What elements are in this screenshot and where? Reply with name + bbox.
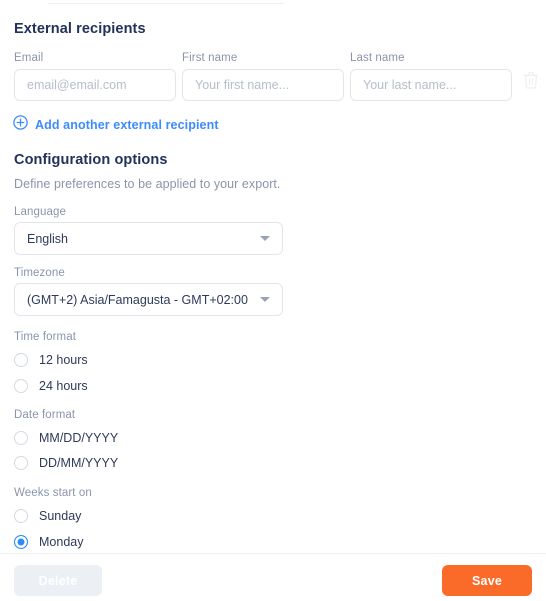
weeks-start-on-label: Weeks start on	[14, 487, 92, 499]
radio-label: MM/DD/YYYY	[39, 431, 119, 445]
email-field-group: Email	[14, 52, 176, 101]
trash-icon[interactable]	[523, 71, 539, 89]
radio-weeks-start-sunday[interactable]: Sunday	[14, 509, 81, 523]
radio-label: Sunday	[39, 509, 82, 523]
email-label: Email	[14, 52, 44, 64]
radio-date-format-ddmmyyyy[interactable]: DD/MM/YYYY	[14, 456, 118, 470]
radio-indicator	[14, 456, 28, 470]
timezone-select[interactable]: (GMT+2) Asia/Famagusta - GMT+02:00	[14, 283, 283, 316]
email-input[interactable]	[14, 69, 176, 101]
time-format-label: Time format	[14, 331, 77, 343]
language-select[interactable]: English	[14, 222, 283, 255]
date-format-label: Date format	[14, 409, 76, 421]
last-name-field-group: Last name	[350, 52, 512, 101]
radio-indicator	[14, 379, 28, 393]
configuration-options-title: Configuration options	[14, 152, 168, 168]
first-name-input[interactable]	[182, 69, 344, 101]
circle-plus-icon	[13, 115, 28, 135]
save-button[interactable]: Save	[442, 565, 532, 596]
radio-label: 24 hours	[39, 379, 88, 393]
chevron-down-icon	[260, 297, 270, 302]
first-name-label: First name	[182, 52, 238, 64]
timezone-value: (GMT+2) Asia/Famagusta - GMT+02:00	[27, 292, 248, 307]
radio-time-format-12h[interactable]: 12 hours	[14, 353, 88, 367]
delete-button[interactable]: Delete	[14, 565, 102, 596]
configuration-options-subtitle: Define preferences to be applied to your…	[14, 177, 281, 191]
add-another-external-recipient-button[interactable]: Add another external recipient	[13, 115, 219, 135]
last-name-label: Last name	[350, 52, 405, 64]
radio-time-format-24h[interactable]: 24 hours	[14, 379, 88, 393]
radio-weeks-start-monday[interactable]: Monday	[14, 535, 83, 549]
last-name-input[interactable]	[350, 69, 512, 101]
settings-scroll-area: External recipients Email First name Las…	[0, 0, 546, 553]
radio-date-format-mmddyyyy[interactable]: MM/DD/YYYY	[14, 431, 118, 445]
external-recipients-title: External recipients	[14, 21, 146, 37]
external-recipient-row: Email First name Last name	[0, 52, 546, 102]
language-value: English	[27, 231, 68, 246]
radio-label: 12 hours	[39, 353, 88, 367]
first-name-field-group: First name	[182, 52, 344, 101]
timezone-label: Timezone	[14, 267, 65, 279]
radio-indicator	[14, 509, 28, 523]
radio-label: Monday	[39, 535, 84, 549]
language-label: Language	[14, 206, 66, 218]
chevron-down-icon	[260, 236, 270, 241]
radio-indicator	[14, 535, 28, 549]
radio-indicator	[14, 431, 28, 445]
footer-action-bar: Delete Save	[0, 553, 546, 601]
radio-label: DD/MM/YYYY	[39, 456, 119, 470]
radio-indicator	[14, 353, 28, 367]
add-recipient-label: Add another external recipient	[35, 118, 219, 132]
